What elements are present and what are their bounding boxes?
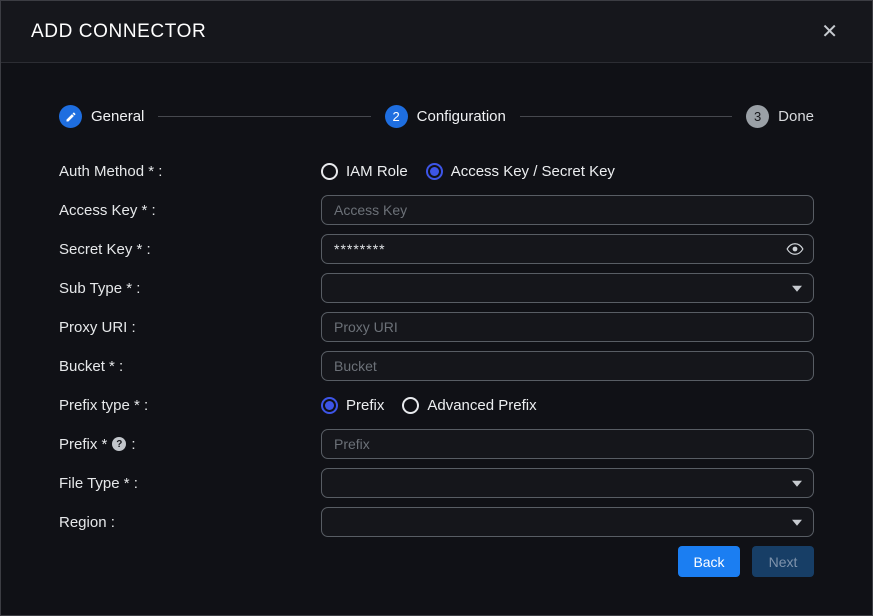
prefix-type-radio-group: Prefix Advanced Prefix [321, 397, 537, 414]
help-icon[interactable]: ? [112, 437, 126, 451]
bucket-input[interactable] [321, 351, 814, 381]
footer-button-row: Back Next [59, 546, 814, 577]
auth-method-label: Auth Method * : [59, 163, 321, 180]
secret-key-input[interactable] [321, 234, 814, 264]
add-connector-modal: ADD CONNECTOR ✕ General 2 Configuration … [0, 0, 873, 616]
bucket-row: Bucket * : [59, 351, 814, 381]
connector-form: Auth Method * : IAM Role Access Key / Se… [59, 156, 814, 577]
secret-key-row: Secret Key * : [59, 234, 814, 264]
step-done[interactable]: 3 Done [746, 105, 814, 128]
step-configuration[interactable]: 2 Configuration [385, 105, 506, 128]
modal-body: General 2 Configuration 3 Done Auth Meth… [1, 63, 872, 615]
radio-access-key-secret-key[interactable]: Access Key / Secret Key [426, 163, 615, 180]
bucket-label: Bucket * : [59, 358, 321, 375]
proxy-uri-input[interactable] [321, 312, 814, 342]
step-general-circle [59, 105, 82, 128]
prefix-type-label: Prefix type * : [59, 397, 321, 414]
stepper: General 2 Configuration 3 Done [59, 105, 814, 128]
sub-type-label: Sub Type * : [59, 280, 321, 297]
radio-advanced-prefix[interactable]: Advanced Prefix [402, 397, 536, 414]
radio-checked-icon [321, 397, 338, 414]
region-select[interactable] [321, 507, 814, 537]
step-connector-line [520, 116, 732, 117]
region-label: Region : [59, 514, 321, 531]
region-row: Region : [59, 507, 814, 537]
file-type-select[interactable] [321, 468, 814, 498]
prefix-label: Prefix * ? : [59, 436, 321, 453]
eye-icon[interactable] [786, 242, 804, 256]
modal-header: ADD CONNECTOR ✕ [1, 1, 872, 63]
prefix-input[interactable] [321, 429, 814, 459]
chevron-down-icon [792, 481, 802, 487]
access-key-label: Access Key * : [59, 202, 321, 219]
radio-icon [402, 397, 419, 414]
modal-title: ADD CONNECTOR [31, 21, 206, 43]
prefix-row: Prefix * ? : [59, 429, 814, 459]
next-button[interactable]: Next [752, 546, 814, 577]
chevron-down-icon [792, 286, 802, 292]
back-button[interactable]: Back [678, 546, 740, 577]
sub-type-select[interactable] [321, 273, 814, 303]
radio-prefix-label: Prefix [346, 397, 384, 414]
step-configuration-circle: 2 [385, 105, 408, 128]
prefix-label-text: Prefix * [59, 436, 107, 453]
radio-icon [321, 163, 338, 180]
radio-advanced-prefix-label: Advanced Prefix [427, 397, 536, 414]
step-done-circle: 3 [746, 105, 769, 128]
auth-method-radio-group: IAM Role Access Key / Secret Key [321, 163, 615, 180]
prefix-type-row: Prefix type * : Prefix Advanced Prefix [59, 390, 814, 420]
radio-access-key-secret-key-label: Access Key / Secret Key [451, 163, 615, 180]
auth-method-row: Auth Method * : IAM Role Access Key / Se… [59, 156, 814, 186]
step-general[interactable]: General [59, 105, 144, 128]
radio-checked-icon [426, 163, 443, 180]
pencil-icon [65, 111, 77, 123]
step-done-label: Done [778, 108, 814, 125]
step-connector-line [158, 116, 370, 117]
access-key-input[interactable] [321, 195, 814, 225]
radio-iam-role[interactable]: IAM Role [321, 163, 408, 180]
step-general-label: General [91, 108, 144, 125]
secret-key-label: Secret Key * : [59, 241, 321, 258]
chevron-down-icon [792, 520, 802, 526]
radio-iam-role-label: IAM Role [346, 163, 408, 180]
step-configuration-label: Configuration [417, 108, 506, 125]
sub-type-row: Sub Type * : [59, 273, 814, 303]
file-type-row: File Type * : [59, 468, 814, 498]
proxy-uri-label: Proxy URI : [59, 319, 321, 336]
access-key-row: Access Key * : [59, 195, 814, 225]
proxy-uri-row: Proxy URI : [59, 312, 814, 342]
close-icon[interactable]: ✕ [817, 18, 842, 46]
file-type-label: File Type * : [59, 475, 321, 492]
radio-prefix[interactable]: Prefix [321, 397, 384, 414]
prefix-label-colon: : [131, 436, 135, 453]
